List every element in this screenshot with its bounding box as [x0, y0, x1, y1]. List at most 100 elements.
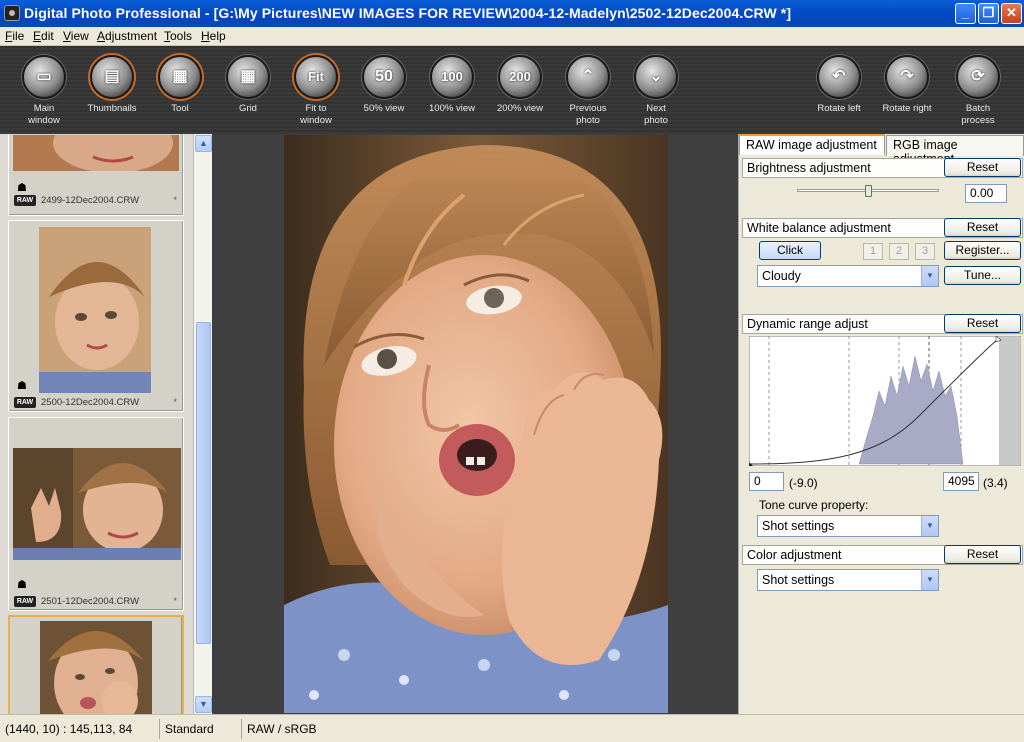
- toolbar-label-line1: Batch: [965, 103, 991, 114]
- rotate-right-button[interactable]: ↷ Rotate right: [875, 55, 939, 131]
- wb-preset-1-button[interactable]: 1: [863, 243, 883, 260]
- zoom-100-button[interactable]: 100 100% view: [420, 55, 484, 131]
- toolbar-button-label: 200% view: [482, 103, 558, 115]
- raw-badge: RAW: [14, 397, 36, 408]
- wb-preset-2-button[interactable]: 2: [889, 243, 909, 260]
- menu-help[interactable]: Help: [201, 29, 226, 43]
- toolbar-label-line1: Next: [646, 103, 666, 114]
- menu-adjustment[interactable]: Adjustment: [97, 29, 157, 43]
- toolbar-label-line1: Previous: [569, 103, 607, 114]
- maximize-button[interactable]: ❐: [978, 3, 999, 24]
- histogram-tone-curve[interactable]: [749, 336, 1021, 466]
- toolbar-button-label: Grid: [210, 103, 286, 115]
- zoom-200-button[interactable]: 200 200% view: [488, 55, 552, 131]
- toolbar-button-label: 50% view: [346, 103, 422, 115]
- batch-process-button[interactable]: ⟳ Batch process: [946, 55, 1010, 131]
- tone-curve-select[interactable]: Shot settings ▼: [757, 515, 939, 537]
- tool-palette: RAW image adjustment RGB image adjustmen…: [738, 134, 1024, 714]
- zoom-100-icon: 100: [430, 55, 474, 99]
- toolbar-button-label: Next photo: [618, 103, 694, 127]
- menu-tools[interactable]: Tools: [164, 29, 192, 43]
- toolbar-button-label: Batch process: [940, 103, 1016, 127]
- white-point-field[interactable]: 4095: [943, 472, 979, 491]
- chevron-down-icon[interactable]: ▼: [921, 266, 938, 286]
- previous-photo-icon-glyph: ⌃: [581, 68, 595, 85]
- rotate-right-icon-glyph: ↷: [900, 68, 914, 85]
- toolbar-button-label: Tool: [142, 103, 218, 115]
- chevron-down-icon[interactable]: ▼: [921, 516, 938, 536]
- zoom-50-button[interactable]: 50 50% view: [352, 55, 416, 131]
- menu-file[interactable]: File: [5, 29, 24, 43]
- scroll-thumb[interactable]: [196, 322, 211, 644]
- next-photo-button[interactable]: ⌄ Next photo: [624, 55, 688, 131]
- rotate-right-icon: ↷: [885, 55, 929, 99]
- white-balance-reset-button[interactable]: Reset: [944, 218, 1021, 237]
- toolbar-button-label: 100% view: [414, 103, 490, 115]
- white-point-ev: (3.4): [983, 476, 1008, 490]
- color-adjustment-select[interactable]: Shot settings ▼: [757, 569, 939, 591]
- tune-button[interactable]: Tune...: [944, 266, 1021, 285]
- toolbar-label-line1: 50% view: [363, 103, 405, 114]
- thumbnail-filename: 2500-12Dec2004.CRW: [41, 397, 140, 408]
- menu-view[interactable]: View: [63, 29, 89, 43]
- black-point-field[interactable]: 0: [749, 472, 784, 491]
- toolbar-label-line1: Fit to: [305, 103, 327, 114]
- toolbar-label-line2: photo: [576, 115, 600, 126]
- click-white-balance-button[interactable]: Click: [759, 241, 821, 260]
- thumbnail-scrollbar[interactable]: ▲ ▼: [193, 134, 212, 714]
- dynamic-range-reset-button[interactable]: Reset: [944, 314, 1021, 333]
- brightness-slider-thumb[interactable]: [865, 185, 872, 197]
- rotate-left-icon-glyph: ↶: [832, 68, 846, 85]
- chevron-down-icon[interactable]: ▼: [921, 570, 938, 590]
- register-button[interactable]: Register...: [944, 241, 1021, 260]
- tool-palette-icon-glyph: ▦: [172, 68, 188, 85]
- thumbnail-item[interactable]: ☗ RAW 2499-12Dec2004.CRW *: [8, 134, 184, 216]
- thumbnail-image: [39, 227, 151, 393]
- camera-icon: ☗: [17, 579, 27, 591]
- image-viewer[interactable]: [212, 134, 738, 714]
- camera-icon: ☗: [17, 182, 27, 194]
- white-balance-select[interactable]: Cloudy ▼: [757, 265, 939, 287]
- toolbar: ▭ Main window ▤ Thumbnails ▦ Tool ▦ Grid Fit Fit t…: [0, 46, 1024, 134]
- app-camera-icon: [4, 5, 20, 21]
- scroll-down-icon[interactable]: ▼: [195, 696, 212, 713]
- close-button[interactable]: ✕: [1001, 3, 1022, 24]
- tab-rgb-image-adjustment[interactable]: RGB image adjustment: [886, 135, 1024, 166]
- minimize-button[interactable]: _: [955, 3, 976, 24]
- toolbar-label-line1: Grid: [239, 103, 257, 114]
- tab-raw-image-adjustment[interactable]: RAW image adjustment: [739, 134, 885, 155]
- main-window-icon: ▭: [22, 55, 66, 99]
- menu-edit[interactable]: Edit: [33, 29, 54, 43]
- main-window-button[interactable]: ▭ Main window: [12, 55, 76, 131]
- wb-preset-3-button[interactable]: 3: [915, 243, 935, 260]
- thumbnail-filename: 2501-12Dec2004.CRW: [41, 596, 140, 607]
- thumbnail-item[interactable]: ☗ RAW 2500-12Dec2004.CRW *: [8, 220, 184, 412]
- previous-photo-button[interactable]: ⌃ Previous photo: [556, 55, 620, 131]
- thumbnail-item-selected[interactable]: [8, 615, 184, 714]
- thumbnails-icon-glyph: ▤: [104, 68, 120, 85]
- toolbar-label-line1: Main: [33, 103, 55, 114]
- grid-icon: ▦: [226, 55, 270, 99]
- rotate-left-button[interactable]: ↶ Rotate left: [807, 55, 871, 131]
- pixel-readout: (1440, 10) : 145,113, 84: [0, 719, 160, 739]
- grid-button[interactable]: ▦ Grid: [216, 55, 280, 131]
- picture-style-status: Standard: [160, 719, 242, 739]
- toolbar-label-line1: Thumbnails: [87, 103, 137, 114]
- fit-to-window-button[interactable]: Fit Fit to window: [284, 55, 348, 131]
- tool-palette-button[interactable]: ▦ Tool: [148, 55, 212, 131]
- zoom-200-icon: 200: [498, 55, 542, 99]
- main-photo: [284, 135, 668, 713]
- color-adjustment-reset-button[interactable]: Reset: [944, 545, 1021, 564]
- thumbnails-button[interactable]: ▤ Thumbnails: [80, 55, 144, 131]
- brightness-value-field[interactable]: 0.00: [965, 184, 1007, 203]
- title-bar: Digital Photo Professional - [G:\My Pict…: [0, 0, 1024, 27]
- black-point-ev: (-9.0): [789, 476, 818, 490]
- brightness-reset-button[interactable]: Reset: [944, 158, 1021, 177]
- main-window-icon-glyph: ▭: [36, 68, 52, 85]
- toolbar-label-line1: Tool: [171, 103, 189, 114]
- thumbnail-item[interactable]: ☗ RAW 2501-12Dec2004.CRW *: [8, 417, 184, 611]
- check-mark: *: [173, 596, 177, 606]
- tone-curve-property-label: Tone curve property:: [759, 498, 869, 512]
- scroll-up-icon[interactable]: ▲: [195, 135, 212, 152]
- color-adjustment-value: Shot settings: [762, 573, 835, 587]
